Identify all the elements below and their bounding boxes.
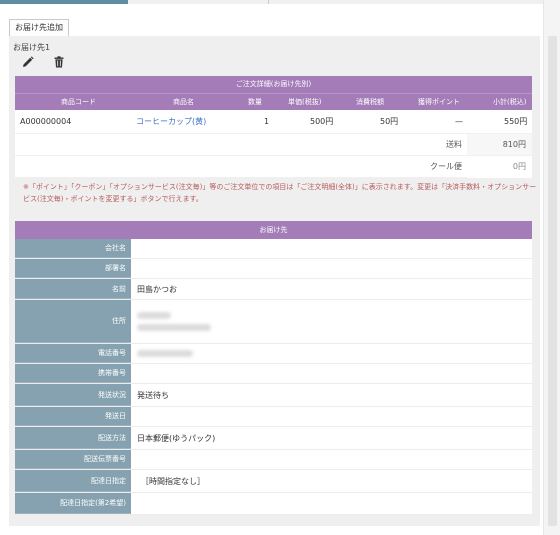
delivery-value: [131, 239, 532, 258]
item-subtotal: 550円: [504, 117, 528, 126]
delivery-value: 田島かつお: [137, 284, 177, 294]
item-quantity: 1: [264, 117, 270, 126]
delivery-value: 発送待ち: [137, 390, 169, 400]
scrollbar-thumb[interactable]: [548, 36, 557, 526]
delivery-label: 住所: [15, 300, 131, 343]
address-redacted: [131, 300, 532, 343]
delivery-row-mobile: 携帯番号: [15, 364, 532, 384]
delivery-row-method: 配送方法 日本郵便(ゆうパック): [15, 427, 532, 450]
col-quantity: 数量: [248, 98, 262, 106]
order-details-header-row: 商品コード 商品名 数量 単価(税抜) 消費税額 獲得ポイント 小計(税込): [15, 93, 532, 110]
item-unit-price: 500円: [310, 117, 334, 126]
delivery-row-date-spec: 配達日指定 ［時間指定なし］: [15, 470, 532, 493]
trash-icon[interactable]: [53, 56, 65, 68]
delivery-label: 発送状況: [15, 384, 131, 406]
redacted-address: [137, 324, 211, 331]
top-tab-strip: [0, 0, 560, 4]
tab-separator: [268, 0, 269, 4]
delivery-value: [131, 259, 532, 278]
destination-label: お届け先1: [13, 43, 51, 52]
delivery-value: ［時間指定なし］: [141, 476, 205, 486]
delivery-row-status: 発送状況 発送待ち: [15, 384, 532, 407]
delivery-label: 発送日: [15, 407, 131, 426]
order-item-row: A000000004 コーヒーカップ(黄) 1 500円 50円 — 550円: [15, 110, 532, 133]
order-details-table: ご注文詳細(お届け先別) 商品コード 商品名 数量 単価(税抜) 消費税額 獲得…: [15, 76, 532, 178]
delivery-value: 日本郵便(ゆうパック): [137, 433, 216, 443]
delivery-label: 配達日指定: [15, 470, 131, 492]
delivery-label: 配達日指定(第2希望): [15, 493, 131, 514]
delivery-label: 携帯番号: [15, 364, 131, 383]
delivery-row-company: 会社名: [15, 239, 532, 259]
col-unit-price: 単価(税抜): [288, 98, 322, 106]
shipping-label: 送料: [446, 140, 462, 149]
delivery-row-name: 名前 田島かつお: [15, 279, 532, 300]
delivery-value: [131, 493, 532, 514]
redacted-postal-code: [137, 312, 171, 319]
phone-redacted: [131, 344, 532, 363]
delivery-label: 会社名: [15, 239, 131, 258]
col-product-code: 商品コード: [61, 98, 96, 106]
shipping-value: 810円: [467, 134, 532, 156]
cool-delivery-value: 0円: [467, 156, 532, 178]
delivery-row-address: 住所: [15, 300, 532, 344]
col-subtotal: 小計(税込): [493, 98, 527, 106]
delivery-row-tracking: 配送伝票番号: [15, 450, 532, 470]
delivery-row-phone: 電話番号: [15, 344, 532, 364]
col-points: 獲得ポイント: [418, 98, 460, 106]
order-details-caption: ご注文詳細(お届け先別): [15, 76, 532, 93]
delivery-value: [131, 407, 532, 426]
col-tax: 消費税額: [356, 98, 384, 106]
pencil-icon[interactable]: [22, 56, 34, 68]
cool-delivery-row: クール便 0円: [15, 155, 532, 178]
col-product-name: 商品名: [173, 98, 194, 106]
delivery-label: 配送方法: [15, 427, 131, 449]
delivery-row-date-spec-2: 配達日指定(第2希望): [15, 493, 532, 515]
add-destination-button[interactable]: お届け先追加: [9, 19, 69, 36]
delivery-label: 名前: [15, 279, 131, 299]
active-tab-indicator[interactable]: [0, 0, 128, 4]
delivery-label: 配送伝票番号: [15, 450, 131, 469]
item-code: A000000004: [20, 117, 72, 126]
cool-delivery-label: クール便: [430, 162, 462, 171]
delivery-value: [131, 450, 532, 469]
vertical-scrollbar[interactable]: [543, 0, 560, 535]
delivery-caption: お届け先: [15, 221, 532, 239]
delivery-label: 電話番号: [15, 344, 131, 363]
item-name-link[interactable]: コーヒーカップ(黄): [136, 110, 206, 133]
destination-panel: お届け先1 ご注文詳細(お届け先別) 商品コード 商品名 数量 単価(税抜) 消…: [9, 36, 540, 526]
delivery-info-table: お届け先 会社名 部署名 名前 田島かつお 住所 電話番号 携帯番号 発送状況 …: [15, 221, 532, 515]
delivery-value: [131, 364, 532, 383]
item-tax: 50円: [380, 117, 399, 126]
delivery-label: 部署名: [15, 259, 131, 278]
delivery-row-ship-date: 発送日: [15, 407, 532, 427]
shipping-row: 送料 810円: [15, 133, 532, 156]
item-points: —: [455, 117, 463, 126]
delivery-row-department: 部署名: [15, 259, 532, 279]
order-note: ※「ポイント」「クーポン」「オプションサービス(注文毎)」等のご注文単位での項目…: [23, 183, 537, 203]
